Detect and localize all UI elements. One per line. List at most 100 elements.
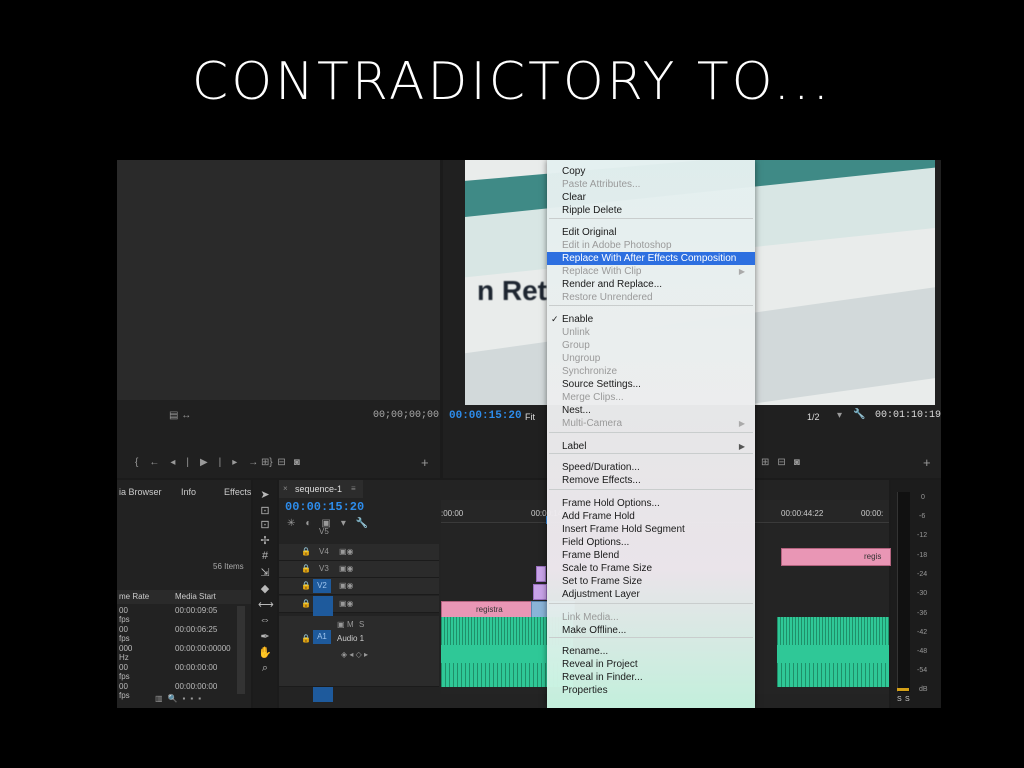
program-timecode[interactable]: 00:00:15:20: [449, 410, 522, 422]
menu-item-label: Clear: [562, 192, 586, 203]
menu-item-label: Speed/Duration...: [562, 462, 640, 473]
mute-button: ▣: [337, 620, 345, 629]
track-select-tool-icon[interactable]: ⊡: [258, 504, 272, 517]
insert-overwrite-icon[interactable]: ⊞⊟◙: [261, 457, 308, 468]
selection-tool-icon[interactable]: ➤: [258, 488, 272, 501]
menu-item-label: Remove Effects...: [562, 475, 641, 486]
timeline-timecode[interactable]: 00:00:15:20: [285, 500, 364, 514]
menu-item-label: Restore Unrendered: [562, 292, 653, 303]
menu-item-rename[interactable]: Rename...: [547, 645, 755, 658]
track-select-back-icon[interactable]: ⊡: [258, 518, 272, 531]
lock-icon: 🔒: [301, 599, 311, 608]
track-header-v2[interactable]: 🔒 V2 ▣◉: [279, 578, 439, 595]
track-header-v4[interactable]: 🔒 V4 ▣◉: [279, 544, 439, 561]
clip-v2[interactable]: [533, 584, 547, 600]
razor-tool-icon[interactable]: ◆: [258, 582, 272, 595]
tab-info[interactable]: Info: [181, 487, 196, 497]
tab-media-browser[interactable]: ia Browser: [119, 487, 162, 497]
audio-track-name: Audio 1: [337, 634, 365, 643]
menu-item-reveal-in-finder[interactable]: Reveal in Finder...: [547, 671, 755, 684]
eye-icon: ▣◉: [339, 564, 354, 573]
tab-effects[interactable]: Effects: [224, 487, 251, 497]
add-button-icon[interactable]: +: [923, 455, 931, 470]
scrollbar[interactable]: [237, 606, 245, 694]
meter-bar: [897, 492, 910, 692]
resolution-select[interactable]: 1/2: [807, 412, 820, 422]
slide-tool-icon[interactable]: ⇔: [258, 614, 272, 626]
column-media-start[interactable]: Media Start: [175, 592, 216, 601]
submenu-arrow-icon: ▶: [738, 419, 745, 428]
menu-item-field-options[interactable]: Field Options...: [547, 536, 755, 549]
lift-extract-icon[interactable]: ⊞⊟◙: [761, 457, 808, 468]
menu-item-replace-with-after-effects-composition[interactable]: Replace With After Effects Composition: [547, 252, 755, 265]
step-forward-icon[interactable]: |▸: [219, 457, 249, 468]
panel-menu-icon[interactable]: ≡: [351, 484, 356, 493]
menu-item-label[interactable]: Label ▶: [547, 440, 755, 453]
add-button-icon[interactable]: +: [421, 455, 429, 470]
step-back-icon[interactable]: ◂|: [170, 457, 200, 468]
project-footer-icons[interactable]: ▥🔍▪▪▪: [155, 694, 206, 703]
film-icon[interactable]: ▤ ↔: [169, 410, 191, 421]
chevron-down-icon[interactable]: ▾: [837, 410, 842, 421]
column-frame-rate[interactable]: me Rate: [119, 592, 149, 601]
ripple-edit-tool-icon[interactable]: ✢: [258, 534, 272, 547]
clip-v3[interactable]: [536, 566, 546, 582]
menu-item-reveal-in-project[interactable]: Reveal in Project: [547, 658, 755, 671]
menu-item-label: Unlink: [562, 327, 590, 338]
track-header-v5: V5: [319, 527, 329, 536]
menu-item-adjustment-layer[interactable]: Adjustment Layer: [547, 588, 755, 601]
program-duration: 00:01:10:19: [875, 410, 941, 421]
lock-icon: 🔒: [301, 634, 311, 643]
menu-item-nest[interactable]: Nest...: [547, 404, 755, 417]
menu-item-add-frame-hold[interactable]: Add Frame Hold: [547, 510, 755, 523]
track-header-v3[interactable]: 🔒 V3 ▣◉: [279, 561, 439, 578]
menu-item-ripple-delete[interactable]: Ripple Delete: [547, 204, 755, 217]
menu-item-remove-effects[interactable]: Remove Effects...: [547, 474, 755, 487]
menu-item-copy[interactable]: Copy: [547, 165, 755, 178]
menu-item-label: Ripple Delete: [562, 205, 623, 216]
mark-in-icon[interactable]: {←: [135, 457, 170, 468]
slip-tool-icon[interactable]: ⟷: [258, 598, 274, 611]
solo-left[interactable]: S: [897, 696, 902, 703]
menu-item-clear[interactable]: Clear: [547, 191, 755, 204]
close-icon[interactable]: ×: [283, 484, 288, 493]
wrench-icon[interactable]: 🔧: [853, 409, 865, 420]
track-header-v1[interactable]: 🔒V1▣◉: [279, 596, 439, 613]
hand-tool-icon[interactable]: ✋: [258, 646, 272, 659]
menu-item-edit-original[interactable]: Edit Original: [547, 226, 755, 239]
meter-level: [897, 688, 909, 691]
slide-title: CONTRADICTORY TO...: [191, 52, 833, 112]
menu-item-set-to-frame-size[interactable]: Set to Frame Size: [547, 575, 755, 588]
menu-item-frame-blend[interactable]: Frame Blend: [547, 549, 755, 562]
play-icon[interactable]: ▶: [200, 457, 219, 468]
pen-tool-icon[interactable]: ✒: [258, 630, 272, 643]
menu-item-label: Frame Blend: [562, 550, 620, 561]
menu-item-label: Nest...: [562, 405, 591, 416]
menu-separator: [549, 489, 753, 490]
zoom-select[interactable]: Fit: [525, 412, 535, 422]
rate-stretch-tool-icon[interactable]: ⇲: [258, 566, 272, 579]
tab-sequence[interactable]: × sequence-1 ≡: [279, 480, 363, 498]
menu-separator: [549, 218, 753, 219]
menu-item-render-and-replace[interactable]: Render and Replace...: [547, 278, 755, 291]
solo-right[interactable]: S: [905, 696, 910, 703]
source-monitor-viewer[interactable]: [117, 160, 440, 400]
track-header-a1[interactable]: 🔒 A1 ▣ M S Audio 1 ◈ ◂ ◇ ▸: [279, 616, 439, 687]
menu-item-label: Scale to Frame Size: [562, 563, 653, 574]
menu-item-enable[interactable]: ✓ Enable: [547, 313, 755, 326]
menu-item-ungroup: Ungroup: [547, 352, 755, 365]
menu-item-insert-frame-hold-segment[interactable]: Insert Frame Hold Segment: [547, 523, 755, 536]
audio-clip-right[interactable]: [777, 617, 889, 687]
menu-separator: [549, 305, 753, 306]
menu-item-speed-duration[interactable]: Speed/Duration...: [547, 461, 755, 474]
menu-item-properties[interactable]: Properties: [547, 684, 755, 697]
menu-item-scale-to-frame-size[interactable]: Scale to Frame Size: [547, 562, 755, 575]
clip-v4-right[interactable]: regis: [781, 548, 891, 566]
tools-panel: ➤ ⊡ ⊡ ✢ # ⇲ ◆ ⟷ ⇔ ✒ ✋ ⌕: [253, 480, 277, 708]
zoom-tool-icon[interactable]: ⌕: [258, 662, 272, 674]
rolling-edit-tool-icon[interactable]: #: [258, 550, 272, 562]
menu-item-make-offline[interactable]: Make Offline...: [547, 624, 755, 637]
menu-item-unlink: Unlink: [547, 326, 755, 339]
menu-item-source-settings[interactable]: Source Settings...: [547, 378, 755, 391]
menu-item-frame-hold-options[interactable]: Frame Hold Options...: [547, 497, 755, 510]
